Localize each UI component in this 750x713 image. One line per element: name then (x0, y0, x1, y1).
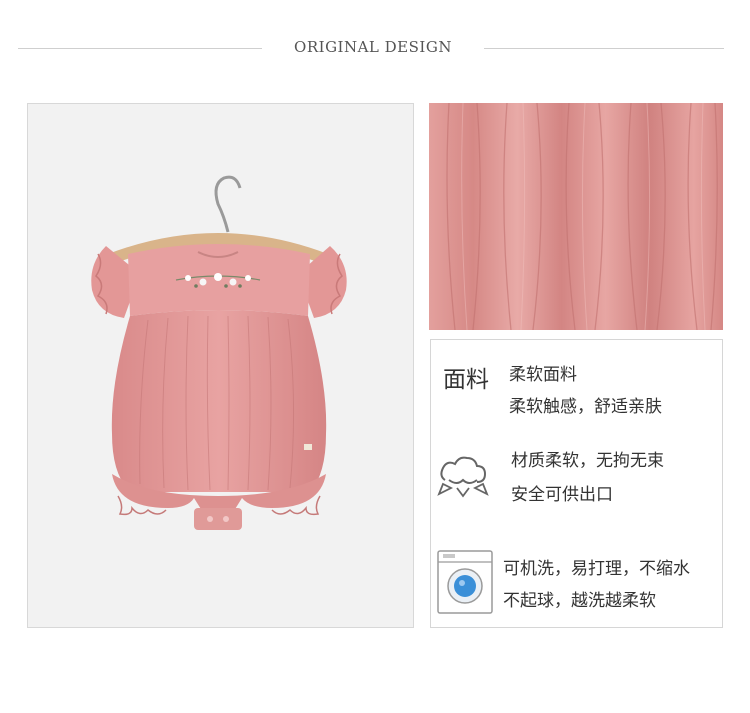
header-line-right (484, 48, 724, 49)
fabric-closeup-photo (429, 103, 723, 330)
header-line-left (18, 48, 262, 49)
washing-machine-icon (437, 550, 493, 614)
romper-illustration (28, 104, 413, 627)
fabric-texture (429, 103, 723, 330)
romper-body (111, 310, 327, 492)
material-line-1: 材质柔软，无拘无束 (511, 451, 664, 471)
fabric-heading: 面料 (443, 367, 489, 393)
material-line-2: 安全可供出口 (511, 485, 613, 505)
fabric-line-2: 柔软触感，舒适亲肤 (509, 397, 662, 417)
product-photo (27, 103, 414, 628)
washing-line-2: 不起球，越洗越柔软 (503, 591, 656, 611)
garment-tag (304, 444, 312, 450)
fabric-line-1: 柔软面料 (509, 365, 577, 385)
fabric-info-panel: 面料 柔软面料 柔软触感，舒适亲肤 材质柔软，无拘无束 安全可供出口 可机洗，易… (430, 339, 723, 628)
cotton-cloud-icon (437, 456, 489, 498)
snap-crotch (194, 508, 242, 530)
washing-line-1: 可机洗，易打理，不缩水 (503, 559, 690, 579)
header-title: ORIGINAL DESIGN (294, 38, 452, 56)
